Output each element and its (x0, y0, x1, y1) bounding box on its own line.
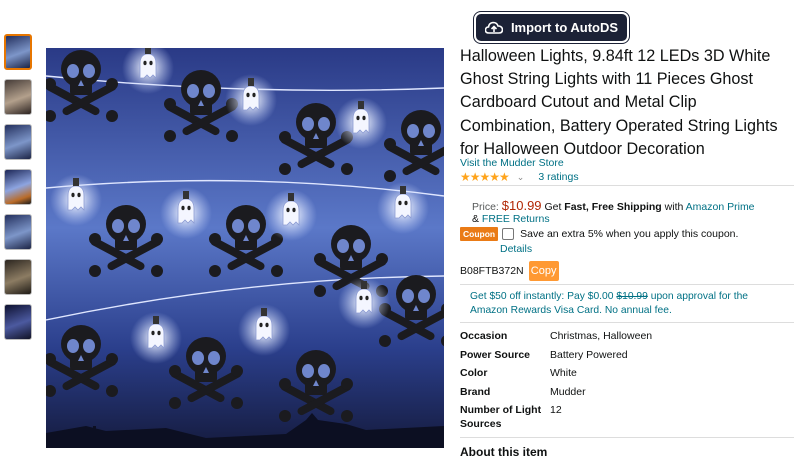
free-returns-link[interactable]: FREE Returns (482, 213, 550, 225)
coupon-row: Coupon Save an extra 5% when you apply t… (460, 227, 738, 241)
price-value: $10.99 (501, 198, 542, 213)
thumbnail-5[interactable] (4, 214, 32, 250)
thumbnail-4[interactable] (4, 169, 32, 205)
thumbnail-2[interactable] (4, 79, 32, 115)
thumbnail-7[interactable] (4, 304, 32, 340)
store-link[interactable]: Visit the Mudder Store (460, 157, 564, 169)
spec-key: Power Source (460, 348, 531, 361)
spec-value: Battery Powered (550, 348, 628, 361)
promo-pre: Get $50 off instantly: Pay $0.00 (470, 291, 617, 302)
divider (460, 185, 794, 186)
import-to-autods-button[interactable]: Import to AutoDS (474, 12, 629, 43)
shipping-bold: Fast, Free Shipping (564, 201, 662, 213)
spec-row: Brand Mudder (460, 386, 652, 400)
price-row: Price: $10.99 Get Fast, Free Shipping wi… (472, 198, 755, 213)
import-label: Import to AutoDS (510, 20, 619, 35)
star-rating[interactable]: ★★★★★ (460, 170, 510, 184)
coupon-details-link[interactable]: Details (500, 243, 532, 255)
about-heading: About this item (460, 445, 548, 459)
ratings-count-link[interactable]: 3 ratings (538, 171, 578, 183)
spec-key: Number of Light Sources (460, 404, 542, 430)
spec-row: Occasion Christmas, Halloween (460, 330, 652, 344)
spec-row: Number of Light Sources 12 (460, 404, 652, 431)
spec-value: 12 (550, 404, 562, 416)
thumbnail-3[interactable] (4, 124, 32, 160)
product-title: Halloween Lights, 9.84ft 12 LEDs 3D Whit… (460, 47, 778, 158)
thumbnail-strip (4, 34, 32, 349)
halloween-lights-photo (46, 48, 444, 448)
amazon-prime-link[interactable]: Amazon Prime (686, 201, 755, 213)
shipping-pre: Get (544, 201, 565, 213)
cloud-upload-icon (484, 21, 503, 34)
copy-asin-button[interactable]: Copy (528, 261, 559, 281)
asin-row: B08FTB372N Copy (460, 261, 559, 281)
promo-strike-price: $10.99 (616, 291, 648, 302)
thumbnail-1[interactable] (4, 34, 32, 70)
divider (460, 437, 794, 438)
returns-pre: & (472, 213, 482, 225)
spec-value: Christmas, Halloween (550, 330, 653, 342)
spec-key: Occasion (460, 330, 508, 342)
rating-row: ★★★★★ ⌄ 3 ratings (460, 170, 579, 184)
price-label: Price: (472, 201, 499, 213)
spec-key: Brand (460, 385, 491, 398)
asin-value: B08FTB372N (460, 265, 524, 277)
spec-value: White (550, 367, 577, 379)
coupon-checkbox[interactable] (502, 228, 515, 240)
chevron-down-icon[interactable]: ⌄ (517, 172, 525, 183)
spec-row: Color White (460, 367, 652, 381)
main-product-image[interactable] (46, 48, 444, 448)
shipping-mid: with (661, 201, 686, 213)
divider (460, 322, 794, 323)
coupon-badge: Coupon (460, 227, 499, 241)
spec-row: Power Source Battery Powered (460, 349, 652, 363)
rewards-card-promo[interactable]: Get $50 off instantly: Pay $0.00 $10.99 … (470, 290, 780, 317)
divider (460, 284, 794, 285)
product-specs-table: Occasion Christmas, Halloween Power Sour… (460, 330, 652, 436)
thumbnail-6[interactable] (4, 259, 32, 295)
spec-value: Mudder (550, 385, 586, 398)
spec-key: Color (460, 367, 488, 379)
returns-row: & FREE Returns (472, 213, 550, 225)
coupon-text: Save an extra 5% when you apply this cou… (520, 228, 739, 240)
